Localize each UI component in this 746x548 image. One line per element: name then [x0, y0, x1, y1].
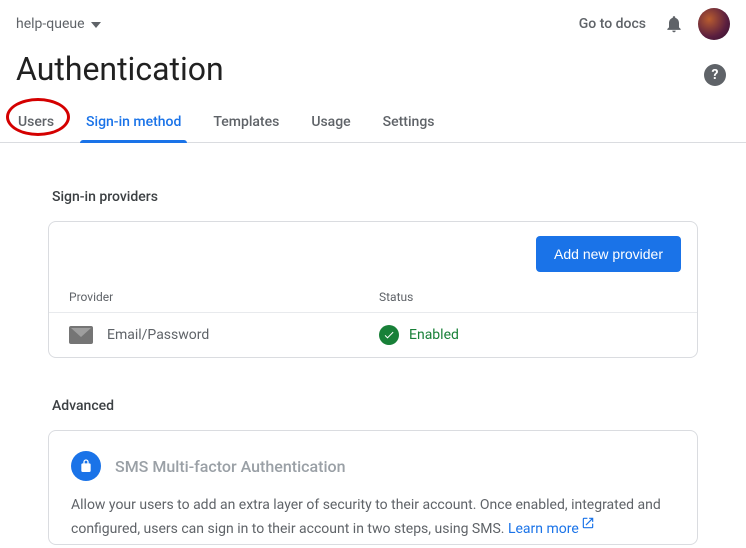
check-circle-icon — [379, 325, 399, 345]
project-switcher[interactable]: help-queue — [16, 16, 101, 32]
tabs: Users Sign-in method Templates Usage Set… — [0, 104, 746, 143]
help-icon[interactable]: ? — [704, 64, 726, 86]
add-new-provider-button[interactable]: Add new provider — [536, 236, 681, 272]
mfa-header: SMS Multi-factor Authentication — [71, 451, 675, 481]
providers-toolbar: Add new provider — [49, 222, 697, 282]
tab-settings[interactable]: Settings — [381, 104, 437, 142]
page-title: Authentication — [16, 50, 730, 88]
avatar[interactable] — [698, 8, 730, 40]
column-status: Status — [379, 290, 677, 304]
provider-name: Email/Password — [107, 327, 209, 343]
tab-users[interactable]: Users — [16, 104, 56, 142]
table-row[interactable]: Email/Password Enabled — [49, 313, 697, 357]
lock-icon — [71, 451, 101, 481]
project-name: help-queue — [16, 16, 85, 32]
tab-templates[interactable]: Templates — [211, 104, 281, 142]
section-signin-providers: Sign-in providers — [52, 189, 698, 205]
notifications-icon[interactable] — [664, 14, 684, 34]
external-link-icon — [581, 518, 595, 534]
mail-icon — [69, 326, 93, 344]
mfa-title: SMS Multi-factor Authentication — [115, 457, 346, 476]
section-advanced: Advanced — [52, 398, 698, 414]
providers-card: Add new provider Provider Status Email/P… — [48, 221, 698, 358]
go-to-docs-link[interactable]: Go to docs — [579, 16, 646, 32]
status-cell: Enabled — [379, 325, 459, 345]
tab-usage[interactable]: Usage — [309, 104, 352, 142]
tab-signin-method[interactable]: Sign-in method — [84, 104, 183, 142]
top-bar: help-queue Go to docs — [0, 0, 746, 40]
chevron-down-icon — [91, 16, 101, 32]
learn-more-link[interactable]: Learn more — [508, 521, 595, 537]
status-text: Enabled — [409, 327, 459, 343]
advanced-card: SMS Multi-factor Authentication Allow yo… — [48, 430, 698, 545]
column-provider: Provider — [69, 290, 379, 304]
mfa-description: Allow your users to add an extra layer o… — [71, 495, 675, 540]
content: Sign-in providers Add new provider Provi… — [0, 143, 746, 545]
providers-table-header: Provider Status — [49, 282, 697, 313]
provider-cell: Email/Password — [69, 326, 379, 344]
